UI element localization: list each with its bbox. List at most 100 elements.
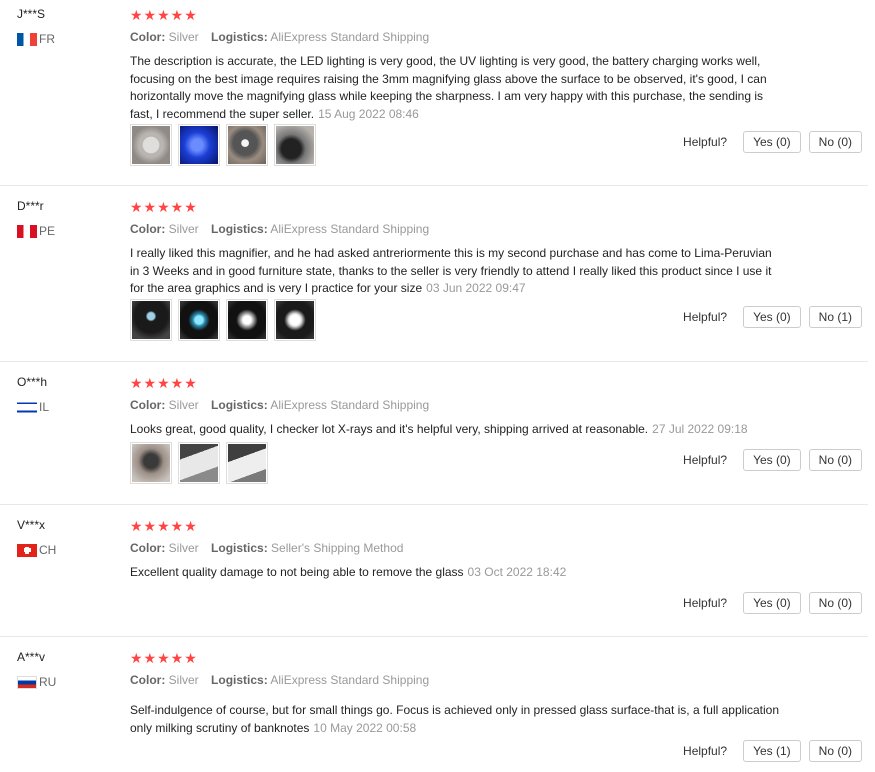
logistics-value: AliExpress Standard Shipping [270,398,430,412]
helpful-label: Helpful? [683,135,728,149]
flag-ru-icon [17,675,37,689]
review-body: The description is accurate, the LED lig… [130,54,767,121]
review-item: A***v RU ★★★★★ Color: Silver Logistics: … [0,650,868,772]
review-photos [130,124,316,166]
review-date: 15 Aug 2022 08:46 [318,106,419,121]
review-item: V***x CH ★★★★★ Color: Silver Logistics: … [0,518,868,637]
review-content: ★★★★★ Color: Silver Logistics: Seller's … [130,518,780,582]
flag-pe-icon [17,224,37,238]
review-attributes: Color: Silver Logistics: AliExpress Stan… [130,397,780,413]
logistics-label: Logistics: [211,30,268,44]
review-text: The description is accurate, the LED lig… [130,53,780,123]
helpful-vote: Helpful? Yes (0) No (0) [683,592,862,614]
review-photo[interactable] [130,442,172,484]
review-photo[interactable] [178,124,220,166]
review-photo[interactable] [226,442,268,484]
star-rating: ★★★★★ [130,518,198,534]
color-label: Color: [130,673,166,687]
reviewer-name: J***S [17,7,46,21]
review-item: J***S FR ★★★★★ Color: Silver Logistics: … [0,7,868,186]
helpful-no-button[interactable]: No (0) [808,449,862,471]
helpful-vote: Helpful? Yes (0) No (0) [683,131,862,153]
country-code: FR [39,32,55,46]
country-code: PE [39,224,56,238]
review-attributes: Color: Silver Logistics: AliExpress Stan… [130,672,780,688]
review-body: Excellent quality damage to not being ab… [130,565,464,579]
review-photo[interactable] [274,299,316,341]
color-value: Silver [168,673,199,687]
review-text: Self-indulgence of course, but for small… [130,702,780,737]
helpful-no-button[interactable]: No (1) [808,306,862,328]
helpful-label: Helpful? [683,596,728,610]
review-photo[interactable] [130,299,172,341]
review-photo[interactable] [226,299,268,341]
review-photo[interactable] [178,442,220,484]
logistics-label: Logistics: [211,222,268,236]
helpful-no-button[interactable]: No (0) [808,131,862,153]
reviewer-info: V***x CH [17,518,56,557]
review-attributes: Color: Silver Logistics: AliExpress Stan… [130,29,780,45]
country-code: IL [39,400,50,414]
review-item: D***r PE ★★★★★ Color: Silver Logistics: … [0,199,868,362]
review-date: 27 Jul 2022 09:18 [652,422,748,436]
review-attributes: Color: Silver Logistics: AliExpress Stan… [130,221,780,237]
review-photo[interactable] [226,124,268,166]
review-date: 03 Oct 2022 18:42 [467,565,567,579]
logistics-value: AliExpress Standard Shipping [270,673,430,687]
review-content: ★★★★★ Color: Silver Logistics: AliExpres… [130,199,780,298]
color-label: Color: [130,30,166,44]
helpful-vote: Helpful? Yes (0) No (1) [683,306,862,328]
review-photo[interactable] [130,124,172,166]
helpful-yes-button[interactable]: Yes (0) [743,449,801,471]
review-item: O***h IL ★★★★★ Color: Silver Logistics: … [0,375,868,505]
review-attributes: Color: Silver Logistics: Seller's Shippi… [130,540,780,556]
reviewer-name: A***v [17,650,46,664]
review-content: ★★★★★ Color: Silver Logistics: AliExpres… [130,650,780,737]
color-value: Silver [168,30,199,44]
helpful-yes-button[interactable]: Yes (0) [743,592,801,614]
logistics-value: AliExpress Standard Shipping [270,30,430,44]
review-photos [130,442,268,484]
star-rating: ★★★★★ [130,650,198,666]
logistics-label: Logistics: [211,673,268,687]
helpful-label: Helpful? [683,453,728,467]
reviewer-country: PE [17,224,55,238]
review-photo[interactable] [274,124,316,166]
flag-fr-icon [17,32,37,46]
helpful-vote: Helpful? Yes (1) No (0) [683,740,862,762]
color-label: Color: [130,398,166,412]
review-photo[interactable] [178,299,220,341]
logistics-value: AliExpress Standard Shipping [270,222,430,236]
review-date: 03 Jun 2022 09:47 [426,281,526,295]
helpful-yes-button[interactable]: Yes (0) [743,306,801,328]
color-label: Color: [130,541,166,555]
review-text: Excellent quality damage to not being ab… [130,564,780,582]
review-content: ★★★★★ Color: Silver Logistics: AliExpres… [130,375,780,439]
reviewer-country: RU [17,675,56,689]
review-photos [130,299,316,341]
color-value: Silver [168,398,199,412]
reviewer-name: D***r [17,199,44,213]
reviewer-country: IL [17,400,49,414]
helpful-yes-button[interactable]: Yes (0) [743,131,801,153]
color-value: Silver [168,541,199,555]
helpful-no-button[interactable]: No (0) [808,592,862,614]
helpful-vote: Helpful? Yes (0) No (0) [683,449,862,471]
star-rating: ★★★★★ [130,375,198,391]
reviewer-country: FR [17,32,55,46]
logistics-label: Logistics: [211,398,268,412]
reviewer-info: O***h IL [17,375,49,414]
review-text: I really liked this magnifier, and he ha… [130,245,780,298]
color-value: Silver [168,222,199,236]
logistics-value: Seller's Shipping Method [271,541,404,555]
star-rating: ★★★★★ [130,7,198,23]
country-code: RU [39,675,57,689]
reviewer-info: J***S FR [17,7,55,46]
logistics-label: Logistics: [211,541,268,555]
helpful-yes-button[interactable]: Yes (1) [743,740,801,762]
color-label: Color: [130,222,166,236]
helpful-label: Helpful? [683,310,728,324]
review-text: Looks great, good quality, I checker lot… [130,421,780,439]
helpful-no-button[interactable]: No (0) [808,740,862,762]
reviewer-name: V***x [17,518,46,532]
